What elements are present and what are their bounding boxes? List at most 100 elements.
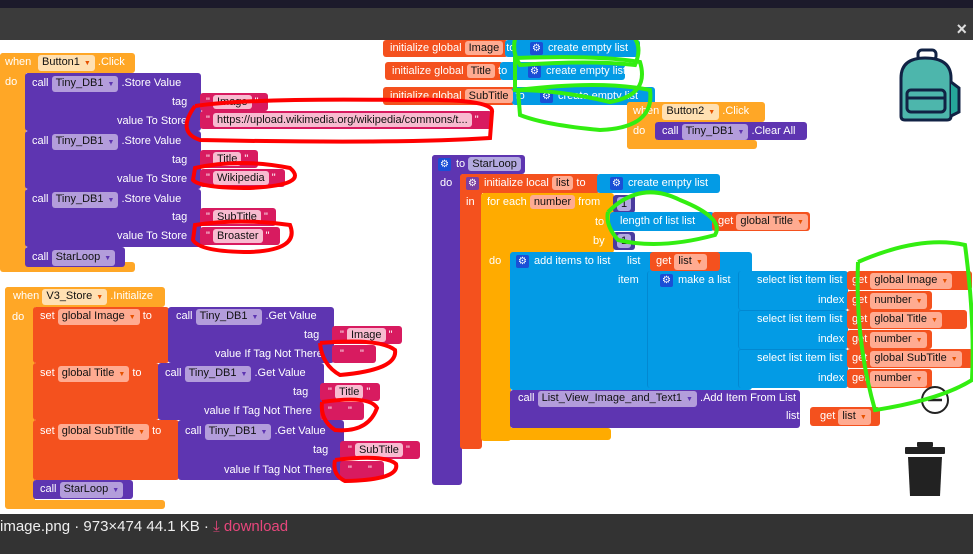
by-label: by	[593, 235, 605, 247]
call-label: call	[518, 392, 535, 404]
var-dropdown[interactable]: number ▼	[870, 293, 927, 309]
text-field[interactable]: Image	[346, 328, 386, 342]
component-name: V3_Store	[46, 290, 93, 302]
default-label: value If Tag Not There	[204, 405, 312, 417]
var-name: list	[842, 410, 856, 422]
text-field[interactable]: Title	[212, 152, 242, 166]
var-dropdown[interactable]: global SubTitle ▼	[57, 424, 150, 440]
gear-icon[interactable]: ⚙	[610, 177, 623, 190]
method-name: .Get Value	[265, 310, 317, 322]
loop-var-field[interactable]: number	[529, 195, 576, 209]
tinydb-dropdown[interactable]: Tiny_DB1 ▼	[51, 134, 119, 150]
var-name: number	[874, 333, 912, 345]
component-name: Tiny_DB1	[199, 310, 248, 322]
download-link[interactable]: ⤓ download	[213, 518, 288, 535]
zoom-out-icon[interactable]	[920, 385, 950, 415]
tinydb-dropdown[interactable]: Tiny_DB1 ▼	[184, 366, 252, 382]
var-dropdown[interactable]: number ▼	[870, 371, 927, 387]
default-label: value If Tag Not There	[215, 348, 323, 360]
procedure-name-field[interactable]: StarLoop	[468, 157, 521, 171]
tag-label: tag	[172, 211, 188, 223]
component-name: Tiny_DB1	[55, 135, 104, 147]
get-label: get	[852, 352, 868, 364]
var-name: global Title	[874, 313, 927, 325]
close-icon[interactable]: ×	[956, 19, 967, 40]
var-dropdown[interactable]: global Image ▼	[57, 309, 140, 325]
procedure-name: StarLoop	[55, 251, 101, 263]
to-label: to	[506, 42, 516, 54]
method-name: .Store Value	[121, 193, 182, 205]
text-field[interactable]: SubTitle	[212, 210, 261, 224]
gear-icon[interactable]: ⚙	[528, 65, 541, 78]
var-dropdown[interactable]: global SubTitle ▼	[870, 351, 962, 367]
gear-icon[interactable]: ⚙	[660, 274, 673, 287]
init-label: initialize global	[390, 90, 462, 102]
var-dropdown[interactable]: global Image ▼	[870, 273, 953, 289]
image-caption: image.png · 973×474 44.1 KB · ⤓ download	[0, 518, 288, 536]
get-label: get	[718, 215, 734, 227]
to-label: to	[152, 425, 162, 437]
var-name-field[interactable]: Image	[464, 41, 504, 55]
tinydb-dropdown[interactable]: Tiny_DB1 ▼	[51, 76, 119, 92]
event-name: .Click	[722, 105, 750, 117]
trash-icon[interactable]	[903, 440, 947, 498]
when-label: when	[13, 290, 40, 302]
method-name: .Clear All	[751, 125, 796, 137]
to-label: to	[498, 65, 508, 77]
create-empty-list: create empty list	[558, 90, 639, 102]
tinydb-dropdown[interactable]: Tiny_DB1 ▼	[195, 309, 263, 325]
init-label: initialize global	[392, 65, 464, 77]
component-name: Tiny_DB1	[685, 125, 734, 137]
v3store-dropdown[interactable]: V3_Store ▼	[42, 289, 108, 305]
create-empty-list: create empty list	[546, 65, 627, 77]
button1-dropdown[interactable]: Button1 ▼	[38, 55, 95, 71]
set-label: set	[40, 310, 55, 322]
by-number[interactable]: 1	[617, 234, 632, 248]
listview-dropdown[interactable]: List_View_Image_and_Text1 ▼	[537, 391, 697, 407]
text-field[interactable]: Broaster	[212, 229, 263, 243]
tag-label: tag	[313, 444, 329, 456]
starloop-dropdown[interactable]: StarLoop ▼	[51, 250, 116, 266]
make-a-list-label: make a list	[678, 274, 731, 286]
index-label: index	[818, 372, 845, 384]
var-name-field[interactable]: SubTitle	[464, 89, 513, 103]
when-label: when	[5, 56, 32, 68]
button2-dropdown[interactable]: Button2 ▼	[662, 104, 720, 120]
tinydb-dropdown[interactable]: Tiny_DB1 ▼	[51, 192, 119, 208]
text-field[interactable]: SubTitle	[354, 443, 403, 457]
starloop-dropdown[interactable]: StarLoop ▼	[59, 482, 124, 498]
set-label: set	[40, 367, 55, 379]
var-dropdown[interactable]: global Title ▼	[57, 366, 130, 382]
text-field[interactable]: Image	[212, 95, 252, 109]
text-field[interactable]: Wikipedia	[212, 171, 269, 185]
method-name: .Store Value	[121, 135, 182, 147]
component-name: List_View_Image_and_Text1	[541, 392, 683, 404]
gear-icon[interactable]: ⚙	[516, 255, 529, 268]
var-dropdown[interactable]: global Title ▼	[870, 312, 942, 328]
var-name-field[interactable]: Title	[466, 64, 495, 78]
call-label: call	[32, 251, 49, 263]
component-name: Tiny_DB1	[188, 367, 237, 379]
text-field[interactable]: https://upload.wikimedia.org/wikipedia/c…	[212, 113, 472, 127]
gear-icon[interactable]: ⚙	[466, 177, 479, 190]
tag-label: tag	[172, 96, 188, 108]
var-dropdown[interactable]: number ▼	[870, 332, 927, 348]
text-field[interactable]: Title	[334, 385, 364, 399]
gear-icon[interactable]: ⚙	[540, 90, 553, 103]
local-name-field[interactable]: list	[551, 176, 574, 190]
tinydb-dropdown[interactable]: Tiny_DB1 ▼	[681, 124, 749, 140]
blocks-workspace[interactable]: when Button1 ▼ .Click do call Tiny_DB1 ▼ .…	[0, 40, 973, 514]
gear-icon[interactable]: ⚙	[530, 42, 543, 55]
var-dropdown[interactable]: list ▼	[838, 409, 871, 425]
tinydb-dropdown[interactable]: Tiny_DB1 ▼	[204, 424, 272, 440]
when-label: when	[633, 105, 660, 117]
file-meta: · 973×474 44.1 KB ·	[70, 518, 214, 535]
var-dropdown[interactable]: list ▼	[674, 254, 707, 270]
backpack-icon[interactable]	[893, 48, 965, 124]
gear-icon[interactable]: ⚙	[438, 158, 451, 171]
var-dropdown[interactable]: global Title ▼	[736, 214, 808, 230]
get-label: get	[852, 333, 868, 345]
call-label: call	[32, 193, 49, 205]
from-number[interactable]: 1	[617, 197, 632, 211]
method-name: .Get Value	[274, 425, 326, 437]
